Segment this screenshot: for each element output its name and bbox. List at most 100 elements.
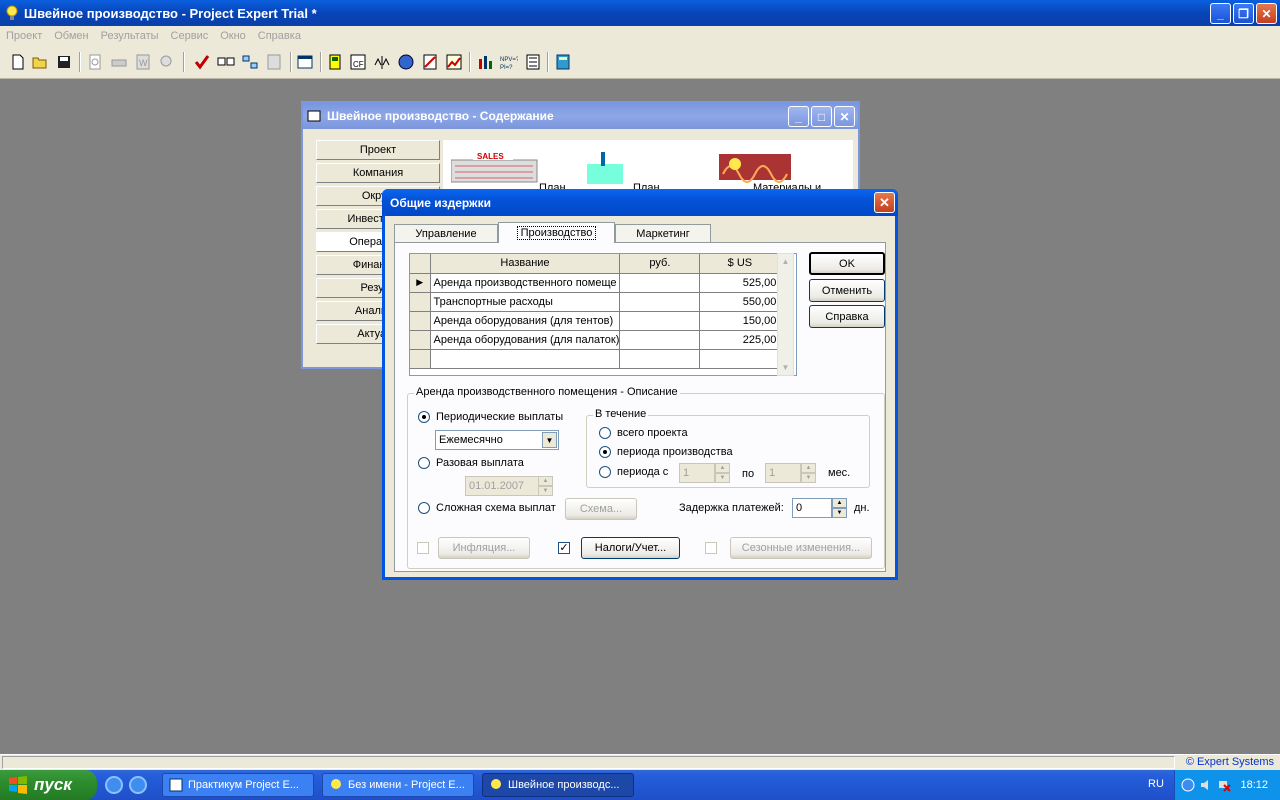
- cell-name[interactable]: Аренда оборудования (для тентов): [430, 311, 621, 331]
- cell-rub[interactable]: [619, 349, 701, 369]
- contents-minimize-button[interactable]: _: [788, 106, 809, 127]
- ie-icon[interactable]: [105, 776, 123, 794]
- scroll-down-icon[interactable]: ▼: [778, 360, 793, 375]
- report-icon[interactable]: [421, 53, 439, 71]
- whole-project-radio[interactable]: [599, 427, 611, 439]
- taxes-button[interactable]: Налоги/Учет...: [581, 537, 680, 559]
- new-file-icon[interactable]: [9, 53, 27, 71]
- sensitivity-icon[interactable]: [524, 53, 542, 71]
- network-disconnected-icon[interactable]: [1217, 778, 1231, 792]
- period-from-radio[interactable]: [599, 466, 611, 478]
- production-plan-icon[interactable]: [583, 150, 627, 184]
- bar-chart-icon[interactable]: [476, 53, 494, 71]
- costs-grid[interactable]: Название руб. $ US ▶ Аренда производстве…: [409, 253, 797, 376]
- menu-project[interactable]: Проект: [0, 30, 48, 42]
- help-button[interactable]: Справка: [809, 305, 885, 328]
- single-payment-radio[interactable]: [418, 457, 430, 469]
- taskbar-task-unnamed[interactable]: Без имени - Project E...: [322, 773, 474, 797]
- contents-maximize-button[interactable]: □: [811, 106, 832, 127]
- cell-name[interactable]: Транспортные расходы: [430, 292, 621, 312]
- cell-rub[interactable]: [619, 292, 701, 312]
- cancel-button[interactable]: Отменить: [809, 279, 885, 302]
- cell-usd[interactable]: 550,00: [699, 292, 781, 312]
- network-icon[interactable]: [241, 53, 259, 71]
- balance-icon[interactable]: [373, 53, 391, 71]
- menu-results[interactable]: Результаты: [95, 30, 165, 42]
- checklist-icon[interactable]: [217, 53, 235, 71]
- menu-window[interactable]: Окно: [214, 30, 252, 42]
- open-folder-icon[interactable]: [31, 53, 49, 71]
- menu-service[interactable]: Сервис: [165, 30, 215, 42]
- search-doc-icon[interactable]: [158, 53, 176, 71]
- chevron-down-icon[interactable]: ▼: [542, 432, 557, 448]
- tab-marketing[interactable]: Маркетинг: [615, 224, 711, 243]
- preview-icon[interactable]: [86, 53, 104, 71]
- delay-spinner[interactable]: ▲ ▼: [832, 498, 847, 518]
- contents-close-button[interactable]: ✕: [834, 106, 855, 127]
- grid-header-name[interactable]: Название: [430, 254, 621, 274]
- tab-production[interactable]: Производство: [498, 222, 615, 243]
- calculator-icon[interactable]: [554, 53, 572, 71]
- menu-help[interactable]: Справка: [252, 30, 307, 42]
- delay-input[interactable]: 0: [792, 498, 832, 518]
- complex-scheme-radio[interactable]: [418, 502, 430, 514]
- ok-button[interactable]: OK: [809, 252, 885, 275]
- scheme-button[interactable]: Схема...: [565, 498, 637, 520]
- taxes-checkbox[interactable]: ✓: [558, 542, 570, 554]
- cell-name[interactable]: [430, 349, 621, 369]
- grid-header-usd[interactable]: $ US: [699, 254, 781, 274]
- language-indicator[interactable]: RU: [1148, 778, 1164, 790]
- restore-button[interactable]: ❐: [1233, 3, 1254, 24]
- grid-scrollbar[interactable]: ▲ ▼: [777, 253, 794, 376]
- save-icon[interactable]: [55, 53, 73, 71]
- nav-project[interactable]: Проект: [316, 140, 440, 160]
- globe-icon[interactable]: [397, 53, 415, 71]
- cashflow-icon[interactable]: CF: [349, 53, 367, 71]
- cell-rub[interactable]: [619, 311, 701, 331]
- cell-usd[interactable]: 150,00: [699, 311, 781, 331]
- cell-name[interactable]: Аренда оборудования (для палаток): [430, 330, 621, 350]
- npv-pi-icon[interactable]: NPV=? PI=?: [500, 53, 518, 71]
- start-button[interactable]: пуск: [0, 770, 97, 800]
- tab-management[interactable]: Управление: [394, 224, 498, 243]
- back-arrow-icon[interactable]: [1181, 778, 1195, 792]
- volume-icon[interactable]: [1199, 778, 1213, 792]
- periodic-radio[interactable]: [418, 411, 430, 423]
- menu-exchange[interactable]: Обмен: [48, 30, 94, 42]
- single-payment-date[interactable]: 01.01.2007: [465, 476, 539, 496]
- cell-rub[interactable]: [619, 330, 701, 350]
- cash-icon[interactable]: [326, 53, 344, 71]
- period-from-input[interactable]: 1: [679, 463, 715, 483]
- cell-rub[interactable]: [619, 273, 701, 293]
- taskbar-task-sewing[interactable]: Швейное производс...: [482, 773, 634, 797]
- inflation-checkbox[interactable]: [417, 542, 429, 554]
- minimize-button[interactable]: _: [1210, 3, 1231, 24]
- window-icon[interactable]: [296, 53, 314, 71]
- scroll-up-icon[interactable]: ▲: [778, 254, 793, 269]
- period-to-spinner[interactable]: ▲ ▼: [801, 463, 816, 483]
- word-icon[interactable]: W: [134, 53, 152, 71]
- table-row[interactable]: Аренда оборудования (для палаток) 225,00: [410, 330, 781, 350]
- period-from-spinner[interactable]: ▲ ▼: [715, 463, 730, 483]
- grid-header-rub[interactable]: руб.: [619, 254, 701, 274]
- period-to-input[interactable]: 1: [765, 463, 801, 483]
- production-period-radio[interactable]: [599, 446, 611, 458]
- table-row[interactable]: Аренда оборудования (для тентов) 150,00: [410, 311, 781, 331]
- cell-usd[interactable]: 225,00: [699, 330, 781, 350]
- cell-usd[interactable]: 525,00: [699, 273, 781, 293]
- dialog-close-button[interactable]: ✕: [874, 192, 895, 213]
- check-icon[interactable]: [193, 53, 211, 71]
- cell-name[interactable]: Аренда производственного помеще: [430, 273, 621, 293]
- table-row-empty[interactable]: [410, 349, 781, 369]
- seasonal-button[interactable]: Сезонные изменения...: [730, 537, 872, 559]
- print-icon[interactable]: [110, 53, 128, 71]
- seasonal-checkbox[interactable]: [705, 542, 717, 554]
- inflation-button[interactable]: Инфляция...: [438, 537, 530, 559]
- table-row[interactable]: ▶ Аренда производственного помеще 525,00: [410, 273, 781, 293]
- expert-systems-link[interactable]: © Expert Systems: [1186, 756, 1274, 768]
- taskbar-task-practicum[interactable]: Практикум Project E...: [162, 773, 314, 797]
- ie-alt-icon[interactable]: [129, 776, 147, 794]
- close-button[interactable]: ✕: [1256, 3, 1277, 24]
- table-row[interactable]: Транспортные расходы 550,00: [410, 292, 781, 312]
- cell-usd[interactable]: [699, 349, 781, 369]
